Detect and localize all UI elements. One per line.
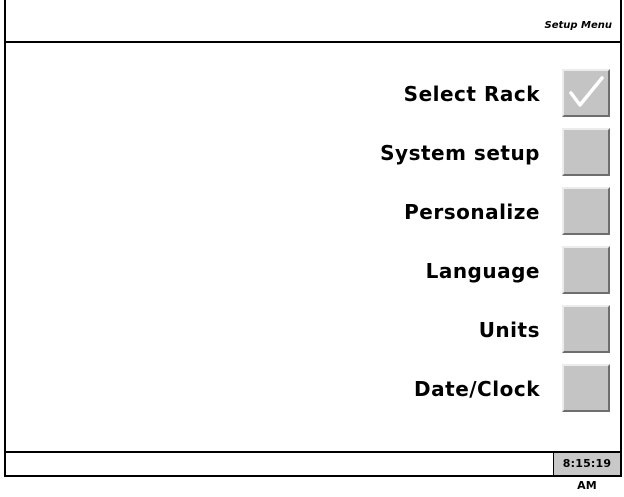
personalize-label: Personalize: [404, 200, 540, 224]
setup-screen: Setup Menu Select Rack System setup Pers…: [4, 0, 622, 492]
page-title: Setup Menu: [544, 20, 613, 31]
status-bar: 8:15:19 AM: [6, 451, 620, 492]
clock-display: 8:15:19 AM: [553, 453, 620, 492]
date-clock-button[interactable]: [562, 364, 610, 412]
select-rack-label: Select Rack: [403, 82, 540, 106]
units-button[interactable]: [562, 305, 610, 353]
menu-item-language: Language: [6, 246, 620, 298]
language-button[interactable]: [562, 246, 610, 294]
menu-item-date-clock: Date/Clock: [6, 364, 620, 416]
menu-item-select-rack: Select Rack: [6, 69, 620, 121]
units-label: Units: [478, 318, 540, 342]
check-icon: [569, 76, 604, 107]
menu-item-personalize: Personalize: [6, 187, 620, 239]
language-label: Language: [425, 259, 540, 283]
header-bar: Setup Menu: [6, 0, 620, 43]
select-rack-button[interactable]: [562, 69, 610, 117]
system-setup-label: System setup: [380, 141, 540, 165]
system-setup-button[interactable]: [562, 128, 610, 176]
personalize-button[interactable]: [562, 187, 610, 235]
menu-item-units: Units: [6, 305, 620, 357]
date-clock-label: Date/Clock: [414, 377, 540, 401]
menu-item-system-setup: System setup: [6, 128, 620, 180]
